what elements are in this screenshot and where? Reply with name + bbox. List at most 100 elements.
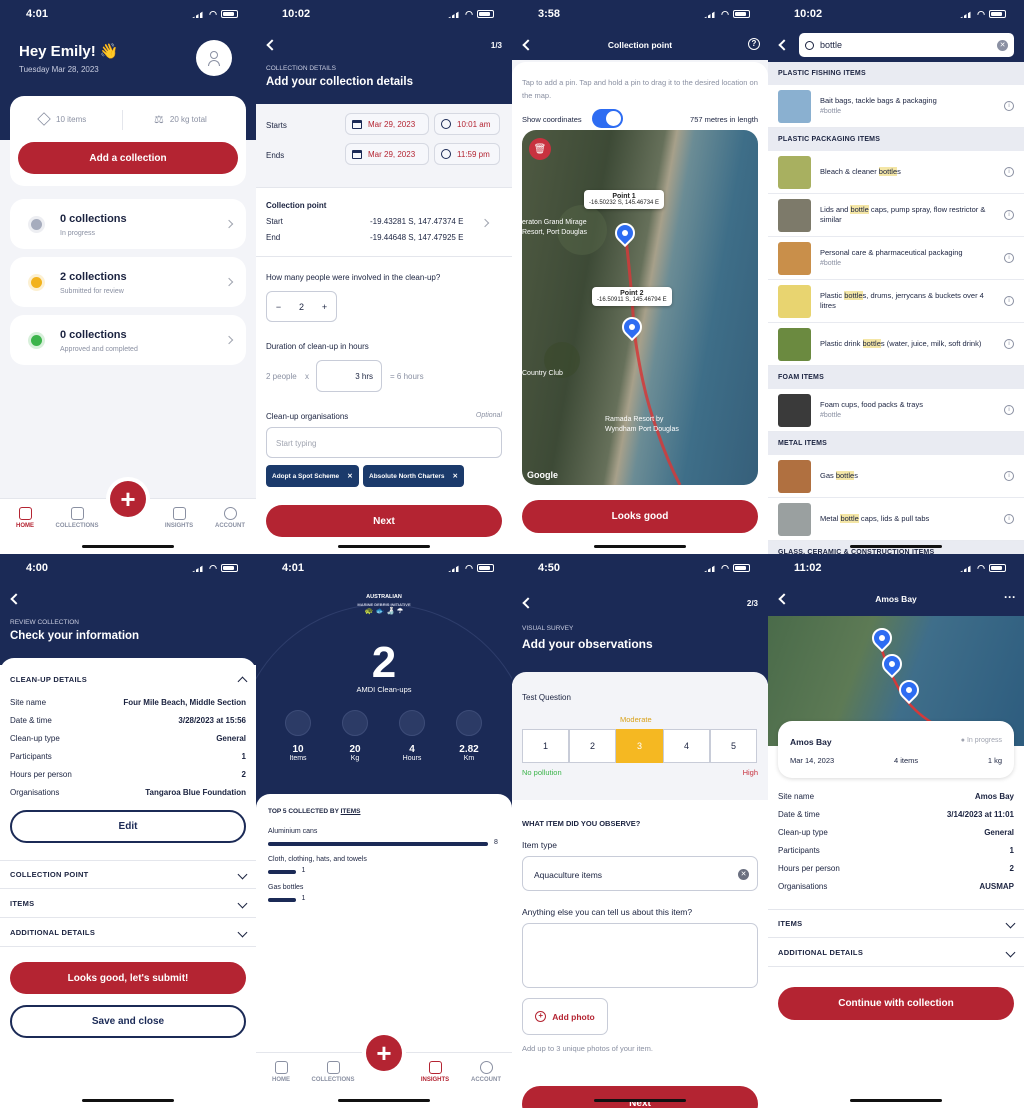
items-count: 10 items xyxy=(56,114,87,124)
search-result-item[interactable]: Bleach & cleaner bottles i xyxy=(768,151,1024,194)
submit-button[interactable]: Looks good, let's submit! xyxy=(10,962,246,994)
info-icon[interactable]: i xyxy=(1004,339,1014,349)
search-result-item[interactable]: Lids and bottle caps, pump spray, flow r… xyxy=(768,194,1024,237)
collection-point-row[interactable]: Start -19.43281 S, 147.47374 E End -19.4… xyxy=(256,196,512,248)
item-thumbnail xyxy=(778,155,811,189)
collection-point-accordion[interactable]: COLLECTION POINT xyxy=(0,860,256,889)
tab-account[interactable]: ACCOUNT xyxy=(208,507,252,529)
item-type-select[interactable]: Aquaculture items ✕ xyxy=(522,856,758,891)
hours-input[interactable]: 3 hrs xyxy=(316,360,382,392)
search-result-item[interactable]: Personal care & pharmaceutical packaging… xyxy=(768,237,1024,280)
collection-status-card[interactable]: 0 collections In progress xyxy=(10,199,246,249)
org-chip[interactable]: Adopt a Spot Scheme ✕ xyxy=(266,465,359,487)
cleanup-details-header[interactable]: CLEAN-UP DETAILS xyxy=(0,665,256,694)
start-date-picker[interactable]: Mar 29, 2023 xyxy=(345,113,429,135)
length-label: 757 metres in length xyxy=(690,115,758,124)
next-button[interactable]: Next xyxy=(522,1086,758,1108)
detail-value: Four Mile Beach, Middle Section xyxy=(123,697,246,707)
tab-collections[interactable]: COLLECTIONS xyxy=(311,1061,355,1083)
info-icon[interactable]: i xyxy=(1004,471,1014,481)
step-indicator: 1/3 xyxy=(490,41,502,50)
weight-icon xyxy=(342,710,368,736)
search-result-item[interactable]: Metal bottle caps, lids & pull tabs i xyxy=(768,498,1024,541)
detail-value: 1 xyxy=(241,751,246,761)
info-icon[interactable]: i xyxy=(1004,514,1014,524)
bar xyxy=(268,842,488,846)
collection-status-card[interactable]: 2 collections Submitted for review xyxy=(10,257,246,307)
clear-icon[interactable]: ✕ xyxy=(738,869,749,880)
people-stepper[interactable]: −2 + xyxy=(266,291,337,322)
item-label: Bleach & cleaner xyxy=(820,167,879,176)
next-button[interactable]: Next xyxy=(266,505,502,537)
stat-value: 20 xyxy=(349,744,361,755)
info-icon[interactable]: i xyxy=(1004,296,1014,306)
coords-toggle[interactable] xyxy=(592,109,623,128)
detail-row: Date & time 3/14/2023 at 11:01 xyxy=(768,805,1024,823)
looks-good-button[interactable]: Looks good xyxy=(522,500,758,533)
search-input[interactable]: bottle ✕ xyxy=(799,33,1014,57)
scale-option[interactable]: 3 xyxy=(616,729,663,763)
date-label: Tuesday Mar 28, 2023 xyxy=(19,65,99,74)
scale-option[interactable]: 1 xyxy=(522,729,569,763)
add-collection-button[interactable]: Add a collection xyxy=(18,142,238,174)
additional-details-accordion[interactable]: ADDITIONAL DETAILS xyxy=(768,938,1024,967)
collection-card[interactable]: Amos Bay ● In progress Mar 14, 2023 4 it… xyxy=(778,721,1014,778)
search-result-item[interactable]: Foam cups, food packs & trays #bottle i xyxy=(768,389,1024,432)
avatar[interactable] xyxy=(196,40,232,76)
search-result-item[interactable]: Gas bottles i xyxy=(768,455,1024,498)
cleanup-count: 2 xyxy=(371,638,397,687)
bar-value: 1 xyxy=(301,895,306,902)
save-close-button[interactable]: Save and close xyxy=(10,1005,246,1038)
map-label: Country Club xyxy=(522,370,563,377)
top5-title: TOP 5 COLLECTED BY xyxy=(268,808,339,815)
tab-account[interactable]: ACCOUNT xyxy=(464,1061,508,1083)
detail-row: Participants 1 xyxy=(768,841,1024,859)
help-icon[interactable]: ? xyxy=(748,38,760,50)
delete-pin-icon[interactable]: 🗑 xyxy=(529,138,551,160)
tab-insights[interactable]: INSIGHTS xyxy=(413,1061,457,1083)
info-icon[interactable]: i xyxy=(1004,210,1014,220)
collection-point-screen: 3:58 ◠ Collection point ? Tap to add a pi… xyxy=(512,0,768,554)
clear-icon[interactable]: ✕ xyxy=(997,39,1008,51)
scale-option[interactable]: 5 xyxy=(710,729,757,763)
plus-icon[interactable]: + xyxy=(322,302,327,312)
collection-status-card[interactable]: 0 collections Approved and completed xyxy=(10,315,246,365)
org-input[interactable]: Start typing xyxy=(266,427,502,458)
tab-collections[interactable]: COLLECTIONS xyxy=(55,507,99,529)
additional-details-accordion[interactable]: ADDITIONAL DETAILS xyxy=(0,918,256,947)
start-time-picker[interactable]: 10:01 am xyxy=(434,113,500,135)
info-icon[interactable]: i xyxy=(1004,253,1014,263)
end-date-picker[interactable]: Mar 29, 2023 xyxy=(345,143,429,165)
search-result-item[interactable]: Plastic drink bottles (water, juice, mil… xyxy=(768,323,1024,366)
scale-option[interactable]: 2 xyxy=(569,729,616,763)
continue-button[interactable]: Continue with collection xyxy=(778,987,1014,1020)
add-fab-button[interactable]: + xyxy=(366,1035,402,1071)
detail-label: Organisations xyxy=(10,787,60,797)
more-textarea[interactable] xyxy=(522,923,758,988)
tab-home[interactable]: HOME xyxy=(3,507,47,529)
tab-home[interactable]: HOME xyxy=(259,1061,303,1083)
org-chip[interactable]: Absolute North Charters ✕ xyxy=(363,465,464,487)
collection-sub: In progress xyxy=(60,230,96,237)
tab-insights[interactable]: INSIGHTS xyxy=(157,507,201,529)
add-fab-button[interactable]: + xyxy=(110,481,146,517)
satellite-map[interactable]: 🗑 Point 1 -16.50232 S, 145.46734 E Point … xyxy=(522,130,758,485)
section-header: PLASTIC FISHING ITEMS xyxy=(768,62,1024,85)
weight-total: 20 kg total xyxy=(169,115,207,124)
end-time-picker[interactable]: 11:59 pm xyxy=(434,143,500,165)
more-icon[interactable]: ··· xyxy=(1004,590,1016,604)
top5-items-link[interactable]: ITEMS xyxy=(341,808,361,815)
scale-option[interactable]: 4 xyxy=(663,729,710,763)
info-icon[interactable]: i xyxy=(1004,167,1014,177)
edit-button[interactable]: Edit xyxy=(10,810,246,843)
minus-icon[interactable]: − xyxy=(276,302,281,312)
add-photo-button[interactable]: + Add photo xyxy=(522,998,608,1035)
search-result-item[interactable]: Plastic bottles, drums, jerrycans & buck… xyxy=(768,280,1024,323)
item-tag: #bottle xyxy=(820,259,842,267)
search-result-item[interactable]: Bait bags, tackle bags & packaging #bottl… xyxy=(768,85,1024,128)
items-accordion[interactable]: ITEMS xyxy=(768,909,1024,938)
info-icon[interactable]: i xyxy=(1004,405,1014,415)
item-thumbnail xyxy=(778,393,811,427)
info-icon[interactable]: i xyxy=(1004,101,1014,111)
items-accordion[interactable]: ITEMS xyxy=(0,889,256,918)
